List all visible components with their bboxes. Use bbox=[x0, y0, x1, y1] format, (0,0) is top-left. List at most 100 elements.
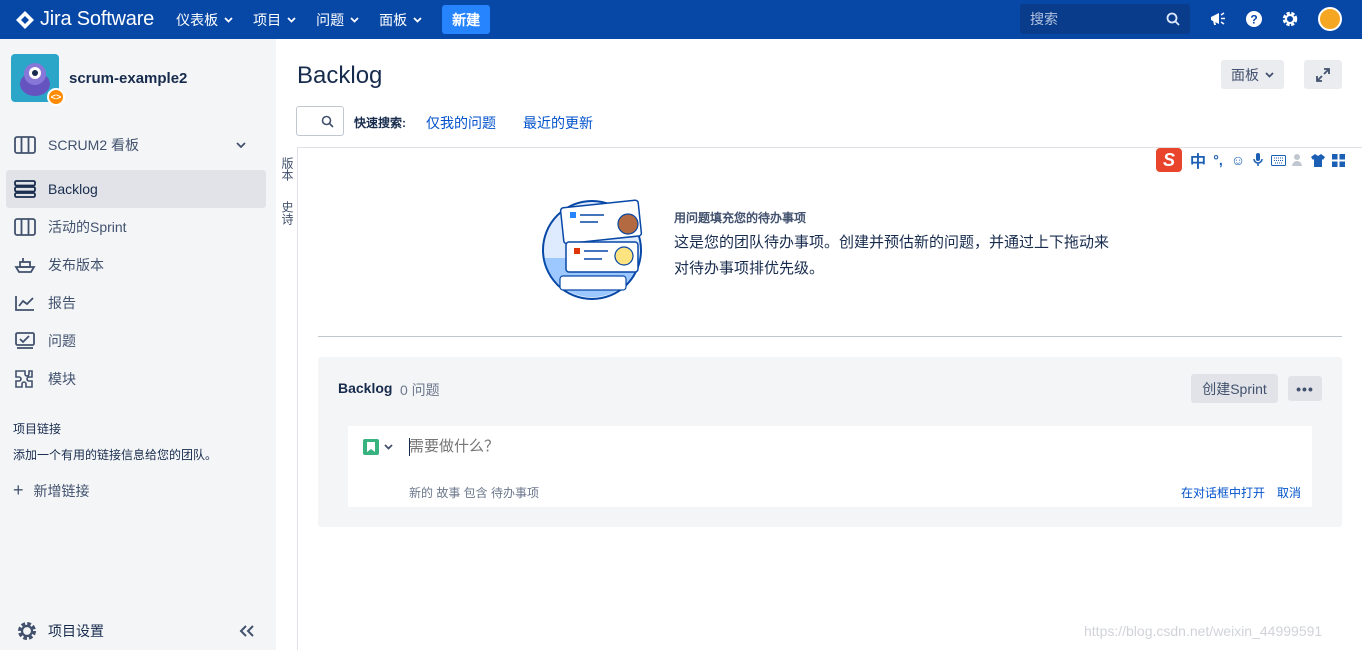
chevron-down-icon bbox=[384, 444, 393, 450]
issues-icon bbox=[15, 332, 35, 349]
code-badge-icon: <> bbox=[47, 88, 65, 106]
punctuation-icon: °, bbox=[1213, 152, 1223, 168]
project-avatar: <> bbox=[11, 54, 65, 106]
help-icon[interactable]: ? bbox=[1244, 9, 1264, 29]
quick-filter-only-my-issues[interactable]: 仅我的问题 bbox=[426, 113, 496, 133]
project-name: scrum-example2 bbox=[69, 69, 188, 87]
sidebar-item-components[interactable]: 模块 bbox=[6, 360, 266, 398]
sidebar-item-releases[interactable]: 发布版本 bbox=[6, 246, 266, 284]
section-divider bbox=[318, 336, 1342, 337]
nav-dashboards-label: 仪表板 bbox=[176, 11, 219, 28]
search-icon bbox=[321, 115, 334, 128]
tab-versions[interactable]: 版本 bbox=[279, 157, 296, 181]
issue-summary-input[interactable] bbox=[409, 438, 1009, 455]
inline-create-issue: 新的 故事 包含 待办事项 在对话框中打开 取消 bbox=[348, 426, 1312, 507]
chevron-down-icon bbox=[224, 16, 233, 23]
svg-text:?: ? bbox=[1250, 13, 1257, 27]
notification-icon[interactable] bbox=[1208, 9, 1228, 29]
create-button[interactable]: 新建 bbox=[442, 5, 491, 34]
watermark: https://blog.csdn.net/weixin_44999591 bbox=[1084, 623, 1323, 639]
more-actions-button[interactable]: ••• bbox=[1288, 376, 1322, 401]
nav-dashboards[interactable]: 仪表板 bbox=[176, 10, 233, 30]
project-sidebar: <> scrum-example2 SCRUM2 看板 Backlog 活动的S… bbox=[0, 39, 276, 650]
project-header[interactable]: <> scrum-example2 bbox=[11, 54, 188, 106]
top-search-input[interactable]: 搜索 bbox=[1020, 4, 1190, 34]
nav-issues[interactable]: 问题 bbox=[316, 10, 359, 30]
sidebar-item-label: SCRUM2 看板 bbox=[48, 137, 140, 153]
jira-diamond-icon bbox=[16, 10, 34, 29]
create-sprint-button[interactable]: 创建Sprint bbox=[1191, 374, 1278, 403]
board-button-label: 面板 bbox=[1231, 66, 1259, 83]
tab-epics[interactable]: 史诗 bbox=[279, 201, 296, 225]
sprint-icon bbox=[14, 218, 36, 236]
sidebar-item-label: 报告 bbox=[48, 295, 76, 311]
expand-icon bbox=[1316, 67, 1330, 82]
fullscreen-button[interactable] bbox=[1304, 60, 1342, 89]
board-dropdown-button[interactable]: 面板 bbox=[1221, 60, 1284, 89]
sogou-logo-icon: S bbox=[1156, 148, 1182, 172]
double-chevron-left-icon bbox=[239, 625, 254, 637]
user-avatar[interactable] bbox=[1318, 7, 1342, 31]
sidebar-item-reports[interactable]: 报告 bbox=[6, 284, 266, 322]
quick-filter-recently-updated[interactable]: 最近的更新 bbox=[523, 113, 593, 133]
settings-icon[interactable] bbox=[1280, 9, 1300, 29]
backlog-container: Backlog 0 问题 创建Sprint ••• 新的 故事 包含 待办事项 … bbox=[318, 357, 1342, 527]
chevron-down-icon bbox=[287, 16, 296, 23]
project-settings-label: 项目设置 bbox=[48, 623, 104, 639]
open-in-dialog-link[interactable]: 在对话框中打开 bbox=[1181, 484, 1265, 501]
collapse-sidebar-button[interactable] bbox=[238, 624, 256, 641]
keyboard-icon bbox=[1270, 152, 1286, 168]
backlog-issue-count: 0 问题 bbox=[400, 382, 440, 398]
sidebar-item-label: 发布版本 bbox=[48, 257, 104, 273]
skin-icon bbox=[1310, 152, 1326, 168]
chevron-down-icon bbox=[1265, 71, 1274, 78]
microphone-icon bbox=[1250, 152, 1266, 168]
sidebar-item-issues[interactable]: 问题 bbox=[6, 322, 266, 360]
sidebar-item-label: 模块 bbox=[48, 371, 76, 387]
sidebar-item-label: Backlog bbox=[48, 181, 98, 197]
empty-backlog-illustration bbox=[540, 198, 648, 302]
components-icon bbox=[15, 370, 33, 388]
board-icon bbox=[14, 136, 36, 154]
top-navigation: Jira Software 仪表板 项目 问题 面板 新建 搜索 ? bbox=[0, 0, 1362, 39]
nav-issues-label: 问题 bbox=[316, 11, 345, 28]
empty-state-title: 用问题填充您的待办事项 bbox=[674, 211, 807, 225]
toolbox-icon bbox=[1330, 152, 1346, 168]
backlog-heading: Backlog bbox=[338, 380, 393, 396]
chevron-down-icon bbox=[350, 16, 359, 23]
project-settings-link[interactable]: 项目设置 bbox=[16, 620, 104, 642]
nav-boards[interactable]: 面板 bbox=[379, 10, 422, 30]
backlog-search-input[interactable] bbox=[296, 106, 344, 136]
quick-search-label: 快速搜索: bbox=[354, 116, 406, 130]
search-icon bbox=[1166, 12, 1180, 26]
cancel-link[interactable]: 取消 bbox=[1277, 484, 1301, 501]
chevron-down-icon bbox=[236, 142, 246, 148]
top-search-placeholder: 搜索 bbox=[1030, 11, 1058, 27]
create-hint: 新的 故事 包含 待办事项 bbox=[409, 486, 540, 500]
ime-toolbar[interactable]: S 中 °, ☺ bbox=[1156, 147, 1362, 173]
backlog-side-tabs: 版本 史诗 bbox=[276, 147, 298, 650]
reports-icon bbox=[15, 296, 34, 311]
issue-type-selector[interactable] bbox=[363, 439, 393, 455]
sidebar-item-backlog[interactable]: Backlog bbox=[6, 170, 266, 208]
emoji-icon: ☺ bbox=[1230, 152, 1246, 168]
nav-boards-label: 面板 bbox=[379, 11, 408, 28]
chevron-down-icon bbox=[413, 16, 422, 23]
nav-projects-label: 项目 bbox=[253, 11, 282, 28]
ime-chinese-mode: 中 bbox=[1190, 154, 1207, 171]
logo-text: Jira Software bbox=[40, 8, 155, 30]
sidebar-item-active-sprint[interactable]: 活动的Sprint bbox=[6, 208, 266, 246]
project-links-title: 项目链接 bbox=[13, 422, 62, 436]
add-link-label: 新增链接 bbox=[33, 482, 90, 499]
sidebar-item-board[interactable]: SCRUM2 看板 bbox=[6, 126, 266, 164]
empty-state-description: 这是您的团队待办事项。创建并预估新的问题，并通过上下拖动来对待办事项排优先级。 bbox=[674, 234, 1110, 277]
sidebar-item-label: 活动的Sprint bbox=[48, 219, 127, 235]
plus-icon: + bbox=[13, 480, 24, 500]
nav-projects[interactable]: 项目 bbox=[253, 10, 296, 30]
release-icon bbox=[14, 258, 36, 273]
more-icon: ••• bbox=[1296, 380, 1314, 397]
jira-logo[interactable]: Jira Software bbox=[16, 8, 154, 31]
sidebar-item-label: 问题 bbox=[48, 333, 76, 349]
add-link-button[interactable]: + 新增链接 bbox=[13, 480, 90, 501]
page-title: Backlog bbox=[297, 62, 383, 89]
